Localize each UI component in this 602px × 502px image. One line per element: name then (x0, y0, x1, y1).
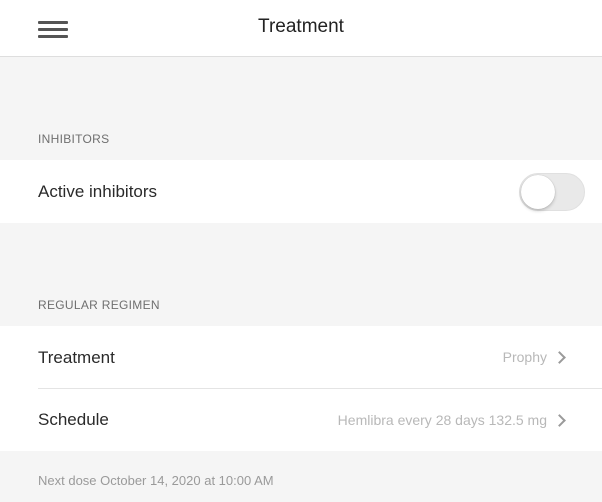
treatment-row-label: Treatment (38, 348, 115, 367)
inhibitors-section-header: INHIBITORS (38, 132, 110, 146)
schedule-row[interactable]: Schedule Hemlibra every 28 days 132.5 mg (0, 389, 602, 451)
treatment-row-value-group: Prophy (502, 349, 566, 365)
schedule-row-value-group: Hemlibra every 28 days 132.5 mg (337, 412, 566, 428)
regimen-group: Treatment Prophy Schedule Hemlibra every… (0, 326, 602, 451)
schedule-row-label: Schedule (38, 410, 109, 429)
treatment-screen: Treatment INHIBITORS Active inhibitors R… (0, 0, 602, 502)
active-inhibitors-row: Active inhibitors (0, 160, 602, 223)
schedule-row-value: Hemlibra every 28 days 132.5 mg (337, 412, 547, 428)
navigation-bar: Treatment (0, 0, 602, 57)
chevron-right-icon (553, 350, 566, 364)
treatment-row[interactable]: Treatment Prophy (0, 326, 602, 388)
active-inhibitors-label: Active inhibitors (38, 182, 158, 201)
chevron-right-icon (553, 413, 566, 427)
active-inhibitors-toggle[interactable] (519, 173, 585, 211)
treatment-row-value: Prophy (502, 349, 547, 365)
toggle-knob (521, 175, 555, 209)
page-title: Treatment (258, 16, 344, 37)
next-dose-note: Next dose October 14, 2020 at 10:00 AM (38, 473, 274, 488)
regular-regimen-section-header: REGULAR REGIMEN (38, 298, 160, 312)
